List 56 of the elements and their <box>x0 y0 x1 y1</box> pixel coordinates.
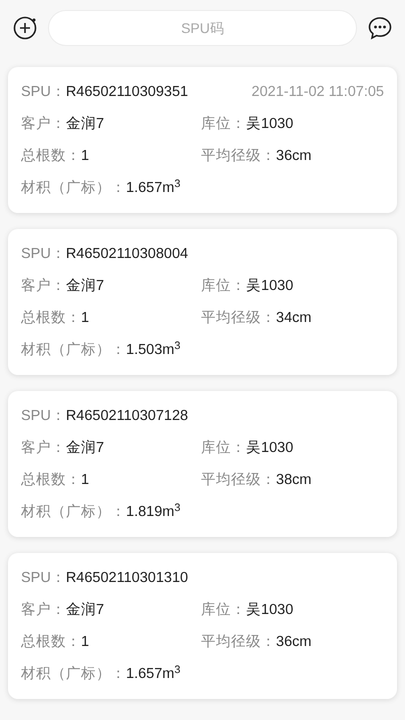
field-value: 1.657m$^{3}$ <box>126 664 180 684</box>
field-label: 总根数： <box>21 147 81 166</box>
field-value: 金润7 <box>66 438 104 458</box>
field-label: 材积（广标）： <box>21 503 126 522</box>
spu-code: R46502110309351 <box>66 83 188 102</box>
field-value: 1.503m$^{3}$ <box>126 340 180 360</box>
field-label: 材积（广标）： <box>21 179 126 198</box>
field-value: 1 <box>81 147 90 166</box>
field-label: 客户： <box>21 276 66 296</box>
field-label: 客户： <box>21 600 66 620</box>
record-card[interactable]: SPU：R46502110301310 客户：金润7 库位：吴1030 总根数：1 平均径级：36cm 材积（广标）：1.657m$^{3}$ <box>8 553 397 699</box>
field-value: 1.819m$^{3}$ <box>126 502 180 522</box>
field-value: 吴1030 <box>246 115 294 134</box>
search-field[interactable]: SPU码 <box>48 10 357 46</box>
field-value: 1 <box>81 633 90 652</box>
field-value: 38cm <box>276 471 312 490</box>
field-value: 金润7 <box>66 600 104 620</box>
spu-code: R46502110307128 <box>66 407 188 426</box>
field-value: 34cm <box>276 309 312 328</box>
field-label: 材积（广标）： <box>21 665 126 684</box>
field-label: SPU： <box>21 245 66 264</box>
field-label: 平均径级： <box>201 147 276 166</box>
field-label: 客户： <box>21 438 66 458</box>
field-label: 平均径级： <box>201 633 276 652</box>
field-label: SPU： <box>21 569 66 588</box>
field-value: 1 <box>81 309 90 328</box>
field-value: 金润7 <box>66 276 104 296</box>
field-value: 36cm <box>276 633 312 652</box>
field-label: 库位： <box>201 600 246 620</box>
field-value: 吴1030 <box>246 277 294 296</box>
spu-code: R46502110301310 <box>66 569 188 588</box>
record-card[interactable]: SPU：R46502110307128 客户：金润7 库位：吴1030 总根数：1 平均径级：38cm 材积（广标）：1.819m$^{3}$ <box>8 391 397 537</box>
field-value: 吴1030 <box>246 601 294 620</box>
field-label: SPU： <box>21 407 66 426</box>
field-label: 平均径级： <box>201 471 276 490</box>
field-value: 1 <box>81 471 90 490</box>
field-label: SPU： <box>21 83 66 102</box>
field-label: 总根数： <box>21 633 81 652</box>
field-label: 总根数： <box>21 309 81 328</box>
field-label: 库位： <box>201 114 246 134</box>
field-label: 总根数： <box>21 471 81 490</box>
record-card[interactable]: SPU：R46502110309351 2021-11-02 11:07:05 客户：金润7 库位：吴1030 总根数：1 平均径级：36cm 材积（广标）：1.657m$^{3}$ <box>8 67 397 213</box>
field-label: 客户： <box>21 114 66 134</box>
field-label: 平均径级： <box>201 309 276 328</box>
add-button[interactable] <box>12 15 38 41</box>
field-value: 金润7 <box>66 114 104 134</box>
field-value: 1.657m$^{3}$ <box>126 178 180 198</box>
field-label: 库位： <box>201 276 246 296</box>
record-card[interactable]: SPU：R46502110308004 客户：金润7 库位：吴1030 总根数：1 平均径级：34cm 材积（广标）：1.503m$^{3}$ <box>8 229 397 375</box>
timestamp: 2021-11-02 11:07:05 <box>252 83 384 102</box>
spu-code: R46502110308004 <box>66 245 188 264</box>
field-value: 吴1030 <box>246 439 294 458</box>
message-button[interactable] <box>367 15 393 41</box>
field-label: 材积（广标）： <box>21 341 126 360</box>
field-value: 36cm <box>276 147 312 166</box>
field-label: 库位： <box>201 438 246 458</box>
